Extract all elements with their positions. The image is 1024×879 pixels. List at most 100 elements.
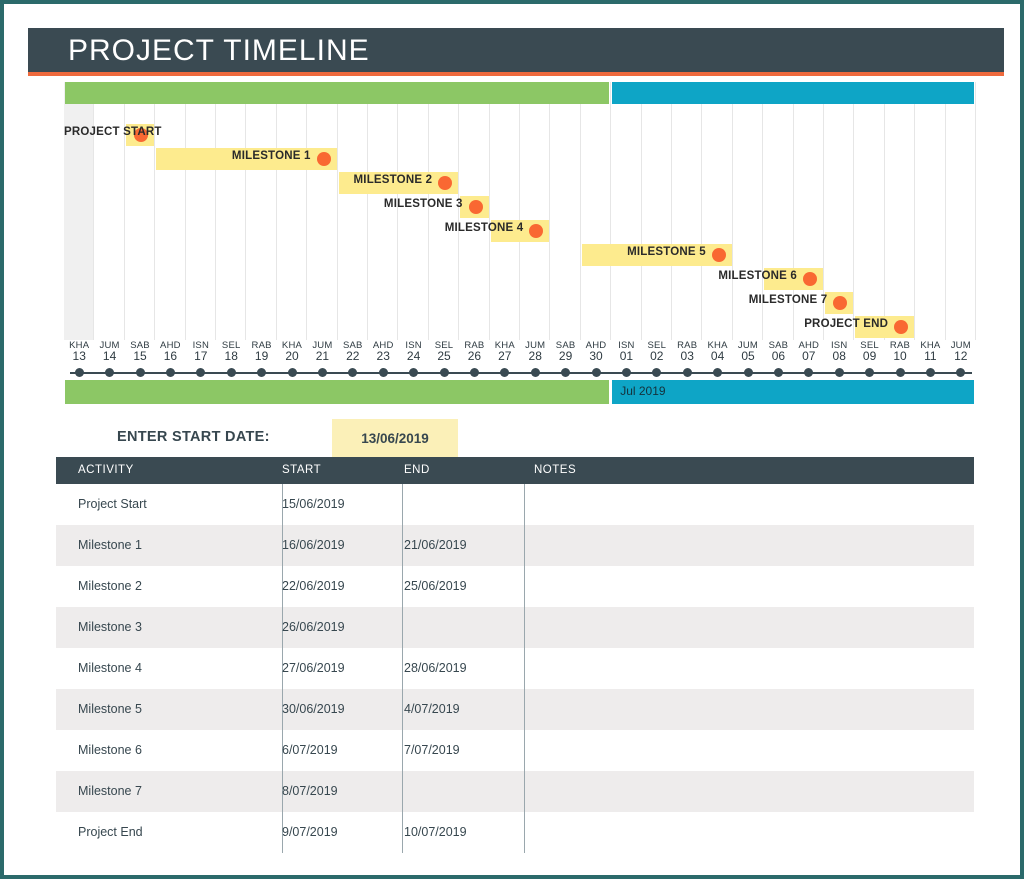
table-cell-activity[interactable]: Milestone 5 [78,702,142,716]
table-row[interactable]: Project End 9/07/2019 10/07/2019 [56,812,974,853]
table-column-divider [524,689,525,730]
axis-tick-day: 14 [102,349,117,363]
milestone-row[interactable]: MILESTONE 2 [64,172,976,194]
start-date-input[interactable]: 13/06/2019 [332,419,458,457]
table-row[interactable]: Milestone 3 26/06/2019 [56,607,974,648]
milestone-label: PROJECT START [64,126,162,138]
table-cell-activity[interactable]: Milestone 4 [78,661,142,675]
table-row[interactable]: Milestone 2 22/06/2019 25/06/2019 [56,566,974,607]
axis-tick-dot [925,368,935,377]
table-column-divider [524,648,525,689]
milestone-marker-icon [803,272,817,286]
axis-tick-dot [74,368,84,377]
table-row[interactable]: Project Start 15/06/2019 [56,484,974,525]
table-cell-start[interactable]: 8/07/2019 [282,784,338,798]
milestone-row[interactable]: MILESTONE 5 [64,244,976,266]
axis-tick-dot [257,368,267,377]
milestone-row[interactable]: MILESTONE 3 [64,196,976,218]
axis-tick-dot [439,368,449,377]
table-row[interactable]: Milestone 7 8/07/2019 [56,771,974,812]
table-cell-activity[interactable]: Milestone 2 [78,579,142,593]
axis-tick: RAB 10 [885,340,915,362]
table-cell-activity[interactable]: Milestone 1 [78,538,142,552]
table-cell-end[interactable]: 4/07/2019 [404,702,460,716]
table-cell-end[interactable]: 7/07/2019 [404,743,460,757]
table-cell-activity[interactable]: Milestone 6 [78,743,142,757]
table-row[interactable]: Milestone 5 30/06/2019 4/07/2019 [56,689,974,730]
table-row[interactable]: Milestone 6 6/07/2019 7/07/2019 [56,730,974,771]
milestone-row[interactable]: MILESTONE 7 [64,292,976,314]
axis-tick: SAB 06 [763,340,793,362]
table-cell-end[interactable]: 25/06/2019 [404,579,467,593]
axis-tick-day: 13 [72,349,86,363]
month-band [65,82,610,104]
axis-tick: SAB 15 [125,340,155,362]
table-cell-start[interactable]: 15/06/2019 [282,497,345,511]
milestone-row[interactable]: MILESTONE 1 [64,148,976,170]
axis-tick: AHD 07 [794,340,824,362]
table-column-header[interactable]: START [282,464,321,476]
table-column-divider [402,689,403,730]
axis-tick-day: 04 [710,349,725,363]
milestone-marker-icon [711,248,726,262]
gantt-chart: Jul 2019 PROJECT START MILESTONE 1 MILESTO… [64,82,978,412]
table-column-header[interactable]: END [404,464,430,476]
table-row[interactable]: Milestone 1 16/06/2019 21/06/2019 [56,525,974,566]
milestone-marker-icon [468,200,483,214]
axis-tick-dot [196,368,206,377]
table-cell-activity[interactable]: Project Start [78,497,147,511]
axis-tick: KHA 11 [915,340,945,362]
axis-tick-dot [348,368,358,377]
table-cell-start[interactable]: 9/07/2019 [282,825,338,839]
table-row[interactable]: Milestone 4 27/06/2019 28/06/2019 [56,648,974,689]
table-cell-start[interactable]: 16/06/2019 [282,538,345,552]
table-cell-activity[interactable]: Project End [78,825,143,839]
axis-tick-dot [378,368,388,377]
axis-tick-dot [713,368,723,377]
table-column-header[interactable]: ACTIVITY [78,464,134,476]
table-body: Project Start 15/06/2019 Milestone 1 16/06/… [56,484,974,853]
table-cell-activity[interactable]: Milestone 7 [78,784,142,798]
axis-tick: SAB 22 [338,340,368,362]
month-band: Jul 2019 [612,82,974,104]
table-column-header[interactable]: NOTES [534,464,576,476]
axis-tick-dot [500,368,510,377]
table-cell-activity[interactable]: Milestone 3 [78,620,142,634]
axis-tick-dot [652,368,662,377]
milestone-row[interactable]: PROJECT START [64,124,976,146]
table-column-divider [402,484,403,525]
milestone-row[interactable]: PROJECT END [64,316,976,338]
table-cell-start[interactable]: 27/06/2019 [282,661,345,675]
axis-tick-dot [865,368,875,377]
table-cell-start[interactable]: 22/06/2019 [282,579,345,593]
table-cell-start[interactable]: 30/06/2019 [282,702,345,716]
axis-tick: KHA 27 [490,340,520,362]
axis-tick-dot [165,368,175,377]
axis-tick-dot [743,368,753,377]
milestone-row[interactable]: MILESTONE 4 [64,220,976,242]
table-cell-start[interactable]: 26/06/2019 [282,620,345,634]
axis-tick-day: 09 [862,349,877,363]
page-title: PROJECT TIMELINE [68,34,370,67]
axis-tick: SAB 29 [550,340,580,362]
table-cell-end[interactable]: 10/07/2019 [404,825,467,839]
axis-tick-day: 08 [832,349,846,363]
axis-tick: JUM 12 [946,340,976,362]
axis-tick: RAB 03 [672,340,702,362]
axis-tick-dot [409,368,419,377]
table-cell-end[interactable]: 21/06/2019 [404,538,467,552]
axis-tick: JUM 28 [520,340,550,362]
axis-tick: SEL 25 [429,340,459,362]
table-cell-start[interactable]: 6/07/2019 [282,743,338,757]
axis-tick-dot [317,368,327,377]
axis-tick: JUM 05 [733,340,763,362]
table-column-divider [524,771,525,812]
milestone-label: MILESTONE 3 [383,198,463,210]
axis-tick: SEL 09 [854,340,884,362]
axis-tick-day: 15 [133,349,147,363]
milestone-row[interactable]: MILESTONE 6 [64,268,976,290]
axis-tick: ISN 08 [824,340,854,362]
axis-tick-dot [804,368,814,377]
axis-tick-dot [773,368,783,377]
table-cell-end[interactable]: 28/06/2019 [404,661,467,675]
